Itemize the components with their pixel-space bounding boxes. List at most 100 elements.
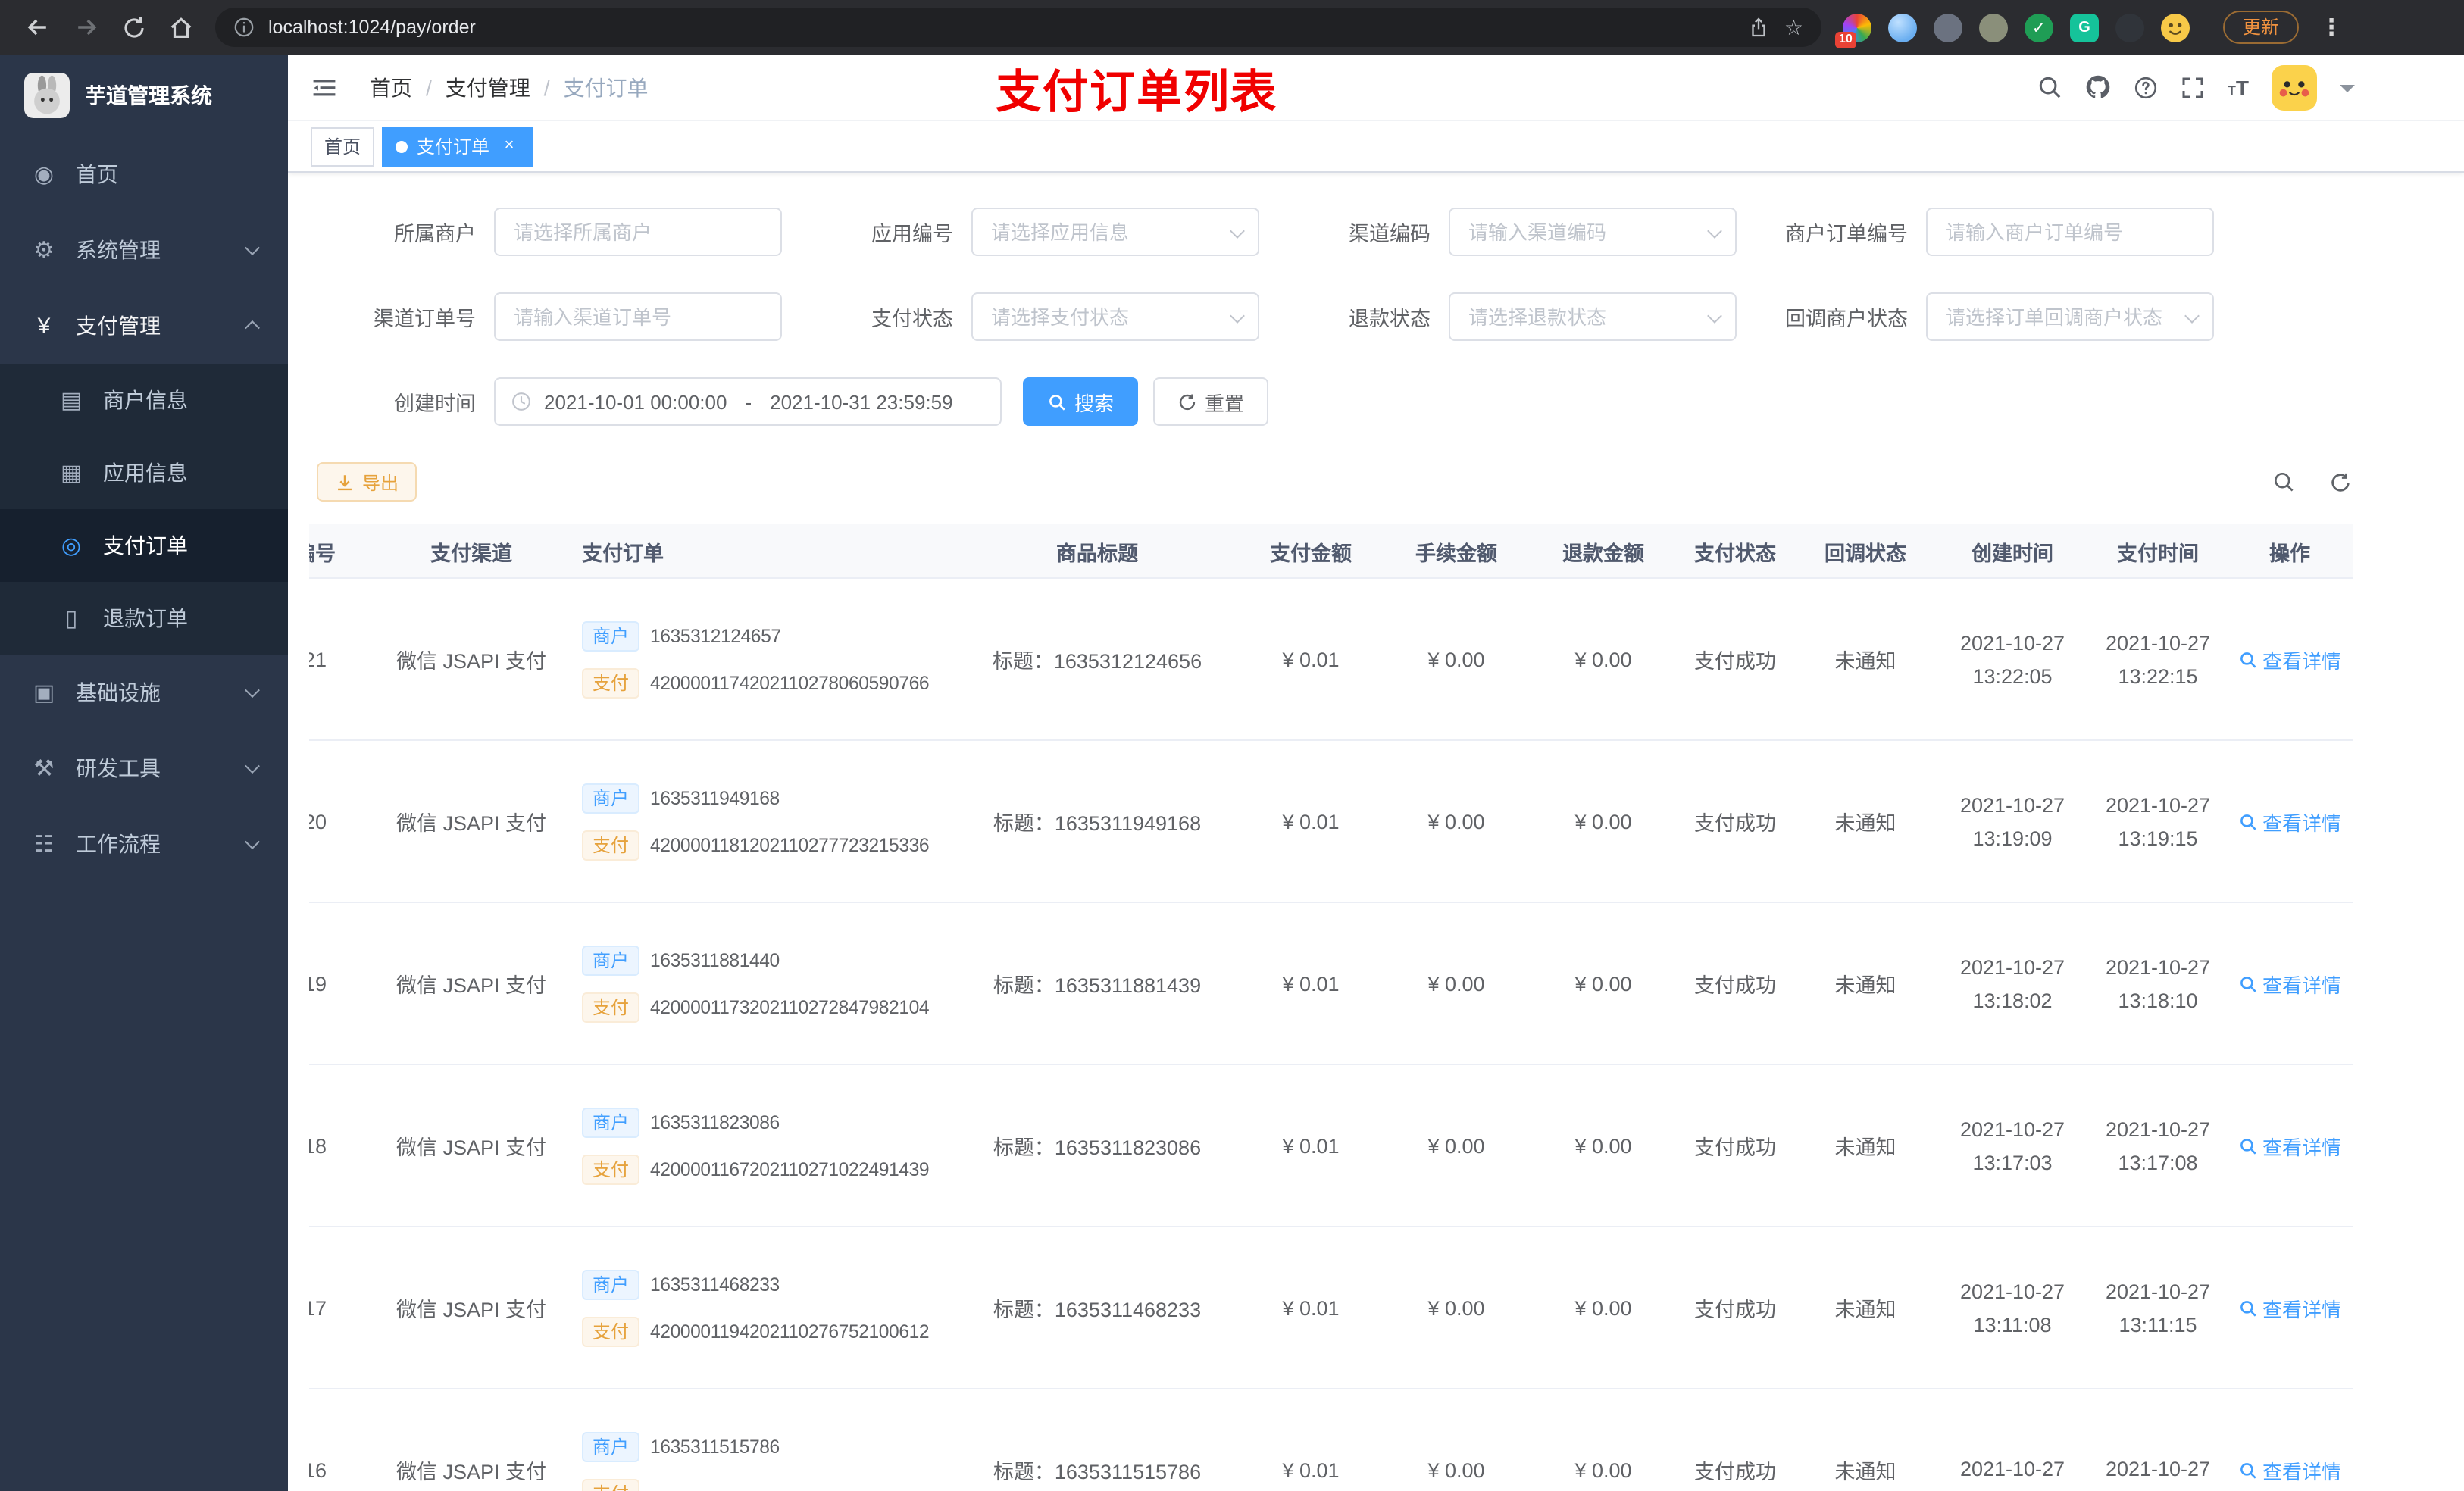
tab-home[interactable]: 首页 [311, 127, 375, 166]
browser-menu-icon[interactable]: ⋮ [2320, 14, 2343, 41]
table-refresh-icon[interactable] [2329, 470, 2352, 494]
merchant-order-no-input[interactable] [1926, 208, 2214, 256]
view-detail-link[interactable]: 查看详情 [2238, 1455, 2341, 1484]
sidebar-item-system[interactable]: ⚙ 系统管理 [0, 212, 288, 288]
channel-code-select [1449, 208, 1737, 256]
filter-label: 所属商户 [394, 223, 476, 245]
cell-id: 16 [309, 1458, 327, 1481]
cell-pay-time: 2021-10-27 13:19:15 [2105, 793, 2211, 849]
sidebar-item-label: 工作流程 [76, 832, 161, 856]
cell-create-time: 2021-10-27 13:18:02 [1959, 955, 2065, 1011]
merchant-input[interactable] [494, 208, 782, 256]
view-detail-link[interactable]: 查看详情 [2238, 1293, 2341, 1322]
merchant-order-no: 1635311823086 [650, 1111, 780, 1133]
breadcrumb-payment[interactable]: 支付管理 [446, 72, 530, 102]
extension-colorful-icon[interactable]: 10 [1835, 13, 1871, 48]
extension-dark-icon[interactable] [2115, 13, 2144, 42]
extension-check-icon[interactable]: ✓ [2025, 13, 2053, 42]
fullscreen-icon[interactable] [2181, 75, 2205, 99]
sidebar-item-merchant-info[interactable]: ▤ 商户信息 [0, 364, 288, 436]
extension-drop-icon[interactable] [1888, 13, 1917, 42]
sidebar-item-pay-order[interactable]: ◎ 支付订单 [0, 509, 288, 582]
extension-olive-icon[interactable] [1979, 13, 2008, 42]
close-icon[interactable]: × [499, 136, 520, 157]
view-detail-link[interactable]: 查看详情 [2238, 807, 2341, 836]
view-detail-link[interactable]: 查看详情 [2238, 1131, 2341, 1160]
font-size-icon[interactable]: TT [2228, 75, 2249, 99]
view-detail-link[interactable]: 查看详情 [2238, 969, 2341, 998]
sidebar-item-workflow[interactable]: ☷ 工作流程 [0, 806, 288, 882]
sidebar-item-app-info[interactable]: ▦ 应用信息 [0, 436, 288, 509]
sidebar-item-dev-tools[interactable]: ⚒ 研发工具 [0, 730, 288, 806]
merchant-select [494, 208, 782, 256]
card-icon: ▤ [60, 388, 83, 414]
channel-order-no-input[interactable] [494, 292, 782, 341]
cell-notify: 未通知 [1834, 974, 1896, 997]
app-no-input[interactable] [971, 208, 1259, 256]
view-detail-link[interactable]: 查看详情 [2238, 645, 2341, 674]
github-icon[interactable] [2085, 74, 2111, 100]
create-time-range-picker[interactable]: 2021-10-01 00:00:00 - 2021-10-31 23:59:5… [494, 377, 1002, 426]
sidebar-item-label: 支付订单 [103, 533, 188, 558]
site-info-icon[interactable] [233, 17, 255, 38]
share-icon[interactable] [1748, 16, 1771, 39]
pay-order-tag: 支付 [582, 667, 640, 698]
cell-fee: ¥ 0.00 [1427, 648, 1485, 670]
cell-channel: 微信 JSAPI 支付 [396, 650, 546, 673]
cell-pay-time: 2021-10-27 13:17:08 [2105, 1117, 2211, 1174]
app-frame: 芋道管理系统 ◉ 首页 ⚙ 系统管理 ¥ 支付管理 ▤ 商户信息 ▦ 应用信息 … [0, 55, 2464, 1491]
hamburger-icon[interactable] [288, 73, 361, 101]
col-header-channel: 支付渠道 [430, 542, 512, 564]
extension-emoji-icon[interactable] [2161, 13, 2190, 42]
cell-amount: ¥ 0.01 [1282, 1134, 1340, 1157]
topbar: 首页 / 支付管理 / 支付订单 支付订单列表 TT [288, 55, 2464, 121]
avatar-caret-icon[interactable] [2340, 84, 2355, 99]
cell-order: 商户 1635312124657 支付 42000011742021102780… [567, 579, 953, 739]
sidebar-item-home[interactable]: ◉ 首页 [0, 136, 288, 212]
forward-icon[interactable] [73, 14, 100, 41]
table-body: 21 微信 JSAPI 支付 商户 1635312124657 支付 42000… [309, 579, 2353, 1491]
table-row: 20 微信 JSAPI 支付 商户 1635311949168 支付 42000… [309, 741, 2353, 903]
pay-order-no: 4200001167202110271022491439 [650, 1158, 930, 1180]
channel-code-input[interactable] [1449, 208, 1737, 256]
search-button[interactable]: 搜索 [1023, 377, 1139, 426]
update-button[interactable]: 更新 [2223, 10, 2300, 45]
home-icon[interactable] [168, 14, 194, 40]
pay-order-no: 4200001173202110272847982104 [650, 996, 930, 1017]
filter-pay-status: 支付状态 [786, 292, 1259, 341]
col-header-order: 支付订单 [582, 542, 664, 564]
sidebar-menu: ◉ 首页 ⚙ 系统管理 ¥ 支付管理 ▤ 商户信息 ▦ 应用信息 ◎ 支付订单 … [0, 136, 288, 882]
back-icon[interactable] [24, 14, 52, 41]
extension-green-square-icon[interactable]: G [2070, 13, 2099, 42]
callback-status-input[interactable] [1926, 292, 2214, 341]
avatar[interactable] [2272, 64, 2317, 110]
cell-id: 18 [309, 1134, 327, 1157]
table-search-icon[interactable] [2272, 470, 2296, 494]
cell-pay-time: 2021-10-27 13:18:10 [2105, 955, 2211, 1011]
reload-icon[interactable] [121, 14, 147, 40]
cell-status: 支付成功 [1694, 650, 1776, 673]
bookmark-star-icon[interactable]: ☆ [1784, 14, 1803, 40]
breadcrumb-home[interactable]: 首页 [370, 72, 412, 102]
cell-id: 21 [309, 648, 327, 670]
tab-pay-order[interactable]: 支付订单 × [382, 127, 534, 166]
export-button[interactable]: 导出 [317, 462, 417, 502]
sidebar-item-payment[interactable]: ¥ 支付管理 [0, 288, 288, 364]
sidebar-item-infrastructure[interactable]: ▣ 基础设施 [0, 655, 288, 730]
pay-status-input[interactable] [971, 292, 1259, 341]
merchant-order-no-field [1926, 208, 2214, 256]
refund-status-input[interactable] [1449, 292, 1737, 341]
yen-icon: ¥ [37, 313, 51, 339]
app-logo[interactable]: 芋道管理系统 [0, 55, 288, 136]
dashboard-icon: ◉ [33, 162, 55, 188]
reset-button[interactable]: 重置 [1153, 377, 1269, 426]
address-bar[interactable]: localhost:1024/pay/order ☆ [215, 8, 1821, 47]
extension-gray-icon[interactable] [1934, 13, 1962, 42]
search-icon[interactable] [2037, 74, 2062, 100]
merchant-order-no: 1635311515786 [650, 1436, 780, 1457]
app-no-select [971, 208, 1259, 256]
date-start: 2021-10-01 00:00:00 [544, 390, 727, 413]
cell-refund: ¥ 0.00 [1574, 648, 1632, 670]
sidebar-item-refund-order[interactable]: ▯ 退款订单 [0, 582, 288, 655]
help-icon[interactable] [2134, 75, 2158, 99]
